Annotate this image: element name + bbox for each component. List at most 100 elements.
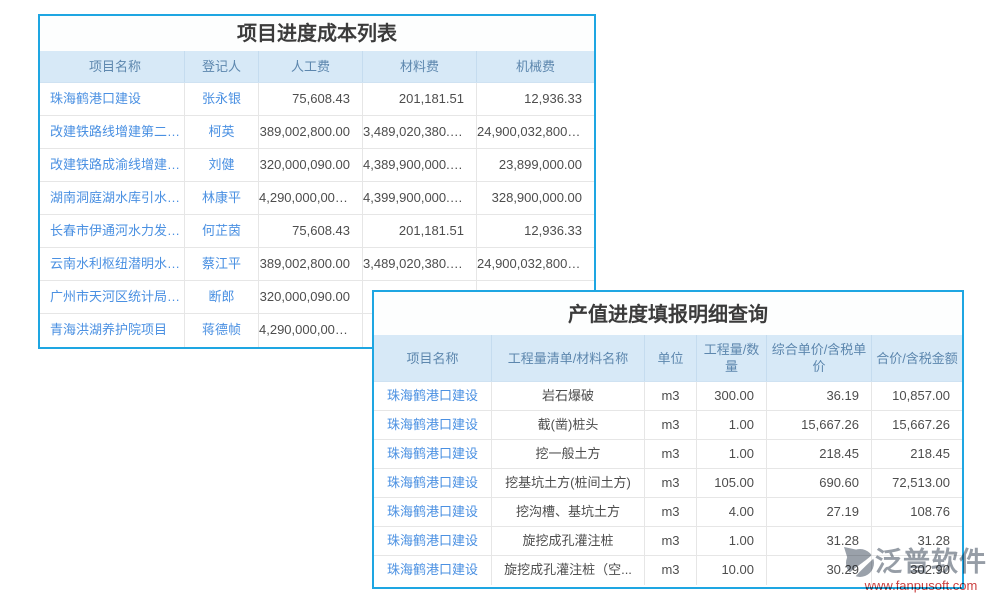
quantity-value: 300.00 xyxy=(697,382,767,410)
unit-value: m3 xyxy=(645,440,697,468)
vendor-brand-text: 泛普软件 xyxy=(875,546,987,578)
project-name-link[interactable]: 改建铁路成渝线增建第... xyxy=(40,149,185,181)
project-name-link[interactable]: 珠海鹤港口建设 xyxy=(374,527,492,555)
table-row: 珠海鹤港口建设挖基坑土方(桩间土方)m3105.00690.6072,513.0… xyxy=(374,469,962,498)
machinery-cost-value: 12,936.33 xyxy=(477,215,594,247)
table-row: 云南水利枢纽潜明水库...蔡江平389,002,800.003,489,020,… xyxy=(40,248,594,281)
table-row: 珠海鹤港口建设张永银75,608.43201,181.5112,936.33 xyxy=(40,83,594,116)
project-name-link[interactable]: 云南水利枢纽潜明水库... xyxy=(40,248,185,280)
quantity-value: 1.00 xyxy=(697,440,767,468)
material-cost-value: 4,389,900,000.00 xyxy=(363,149,477,181)
machinery-cost-value: 24,900,032,800.00 xyxy=(477,248,594,280)
unit-price-value: 690.60 xyxy=(767,469,872,497)
unit-value: m3 xyxy=(645,556,697,585)
labor-cost-value: 320,000,090.00 xyxy=(259,149,363,181)
project-name-link[interactable]: 改建铁路线增建第二线... xyxy=(40,116,185,148)
amount-value: 15,667.26 xyxy=(872,411,962,439)
material-cost-value: 201,181.51 xyxy=(363,83,477,115)
item-name: 挖沟槽、基坑土方 xyxy=(492,498,645,526)
project-name-link[interactable]: 珠海鹤港口建设 xyxy=(40,83,185,115)
amount-value: 108.76 xyxy=(872,498,962,526)
quantity-value: 1.00 xyxy=(697,411,767,439)
quantity-value: 4.00 xyxy=(697,498,767,526)
unit-price-value: 218.45 xyxy=(767,440,872,468)
project-name-link[interactable]: 湖南洞庭湖水库引水工... xyxy=(40,182,185,214)
table-row: 长春市伊通河水力发电...何芷茵75,608.43201,181.5112,93… xyxy=(40,215,594,248)
labor-cost-value: 75,608.43 xyxy=(259,215,363,247)
table-row: 改建铁路线增建第二线...柯英389,002,800.003,489,020,3… xyxy=(40,116,594,149)
project-name-link[interactable]: 珠海鹤港口建设 xyxy=(374,498,492,526)
registrant-link[interactable]: 何芷茵 xyxy=(185,215,259,247)
table-row: 珠海鹤港口建设截(凿)桩头m31.0015,667.2615,667.26 xyxy=(374,411,962,440)
detail-table-header-row: 项目名称 工程量清单/材料名称 单位 工程量/数量 综合单价/含税单价 合价/含… xyxy=(374,335,962,382)
labor-cost-value: 75,608.43 xyxy=(259,83,363,115)
table-row: 珠海鹤港口建设岩石爆破m3300.0036.1910,857.00 xyxy=(374,382,962,411)
project-name-link[interactable]: 广州市天河区统计局机... xyxy=(40,281,185,313)
item-name: 旋挖成孔灌注桩（空... xyxy=(492,556,645,585)
unit-value: m3 xyxy=(645,411,697,439)
column-header-registrant: 登记人 xyxy=(185,51,259,82)
detail-table-title: 产值进度填报明细查询 xyxy=(374,292,962,335)
column-header-machinery-cost: 机械费 xyxy=(477,51,594,82)
table-row: 珠海鹤港口建设挖沟槽、基坑土方m34.0027.19108.76 xyxy=(374,498,962,527)
material-cost-value: 3,489,020,380.00 xyxy=(363,116,477,148)
unit-value: m3 xyxy=(645,498,697,526)
cost-table-title: 项目进度成本列表 xyxy=(40,16,594,51)
amount-value: 10,857.00 xyxy=(872,382,962,410)
item-name: 挖一般土方 xyxy=(492,440,645,468)
amount-value: 72,513.00 xyxy=(872,469,962,497)
unit-price-value: 27.19 xyxy=(767,498,872,526)
registrant-link[interactable]: 蔡江平 xyxy=(185,248,259,280)
project-name-link[interactable]: 珠海鹤港口建设 xyxy=(374,469,492,497)
machinery-cost-value: 12,936.33 xyxy=(477,83,594,115)
labor-cost-value: 389,002,800.00 xyxy=(259,116,363,148)
vendor-watermark: 泛普软件 www.fanpusoft.com xyxy=(843,544,999,593)
column-header-labor-cost: 人工费 xyxy=(259,51,363,82)
labor-cost-value: 320,000,090.00 xyxy=(259,281,363,313)
page: 项目进度成本列表 项目名称 登记人 人工费 材料费 机械费 珠海鹤港口建设张永银… xyxy=(0,0,1000,600)
project-name-link[interactable]: 珠海鹤港口建设 xyxy=(374,440,492,468)
unit-price-value: 36.19 xyxy=(767,382,872,410)
machinery-cost-value: 328,900,000.00 xyxy=(477,182,594,214)
column-header-unit: 单位 xyxy=(645,335,697,381)
amount-value: 218.45 xyxy=(872,440,962,468)
project-name-link[interactable]: 长春市伊通河水力发电... xyxy=(40,215,185,247)
labor-cost-value: 4,290,000,000.00 xyxy=(259,182,363,214)
vendor-watermark-top: 泛普软件 xyxy=(843,544,999,580)
unit-value: m3 xyxy=(645,527,697,555)
vendor-url-link[interactable]: www.fanpusoft.com xyxy=(843,579,999,593)
registrant-link[interactable]: 林康平 xyxy=(185,182,259,214)
table-row: 改建铁路成渝线增建第...刘健320,000,090.004,389,900,0… xyxy=(40,149,594,182)
table-row: 珠海鹤港口建设挖一般土方m31.00218.45218.45 xyxy=(374,440,962,469)
unit-value: m3 xyxy=(645,469,697,497)
quantity-value: 1.00 xyxy=(697,527,767,555)
column-header-quantity: 工程量/数量 xyxy=(697,335,767,381)
material-cost-value: 3,489,020,380.00 xyxy=(363,248,477,280)
registrant-link[interactable]: 蒋德帧 xyxy=(185,314,259,347)
unit-price-value: 15,667.26 xyxy=(767,411,872,439)
column-header-project-name: 项目名称 xyxy=(374,335,492,381)
registrant-link[interactable]: 柯英 xyxy=(185,116,259,148)
column-header-project-name: 项目名称 xyxy=(40,51,185,82)
labor-cost-value: 4,290,000,000.00 xyxy=(259,314,363,347)
table-row: 湖南洞庭湖水库引水工...林康平4,290,000,000.004,399,90… xyxy=(40,182,594,215)
material-cost-value: 201,181.51 xyxy=(363,215,477,247)
column-header-boq-material-name: 工程量清单/材料名称 xyxy=(492,335,645,381)
project-name-link[interactable]: 青海洪湖养护院项目 xyxy=(40,314,185,347)
fanpu-logo-icon xyxy=(843,546,875,578)
column-header-unit-price: 综合单价/含税单价 xyxy=(767,335,872,381)
project-name-link[interactable]: 珠海鹤港口建设 xyxy=(374,556,492,585)
item-name: 截(凿)桩头 xyxy=(492,411,645,439)
item-name: 旋挖成孔灌注桩 xyxy=(492,527,645,555)
machinery-cost-value: 24,900,032,800.00 xyxy=(477,116,594,148)
labor-cost-value: 389,002,800.00 xyxy=(259,248,363,280)
project-name-link[interactable]: 珠海鹤港口建设 xyxy=(374,382,492,410)
item-name: 岩石爆破 xyxy=(492,382,645,410)
registrant-link[interactable]: 刘健 xyxy=(185,149,259,181)
unit-value: m3 xyxy=(645,382,697,410)
registrant-link[interactable]: 断郎 xyxy=(185,281,259,313)
quantity-value: 10.00 xyxy=(697,556,767,585)
registrant-link[interactable]: 张永银 xyxy=(185,83,259,115)
project-name-link[interactable]: 珠海鹤港口建设 xyxy=(374,411,492,439)
machinery-cost-value: 23,899,000.00 xyxy=(477,149,594,181)
